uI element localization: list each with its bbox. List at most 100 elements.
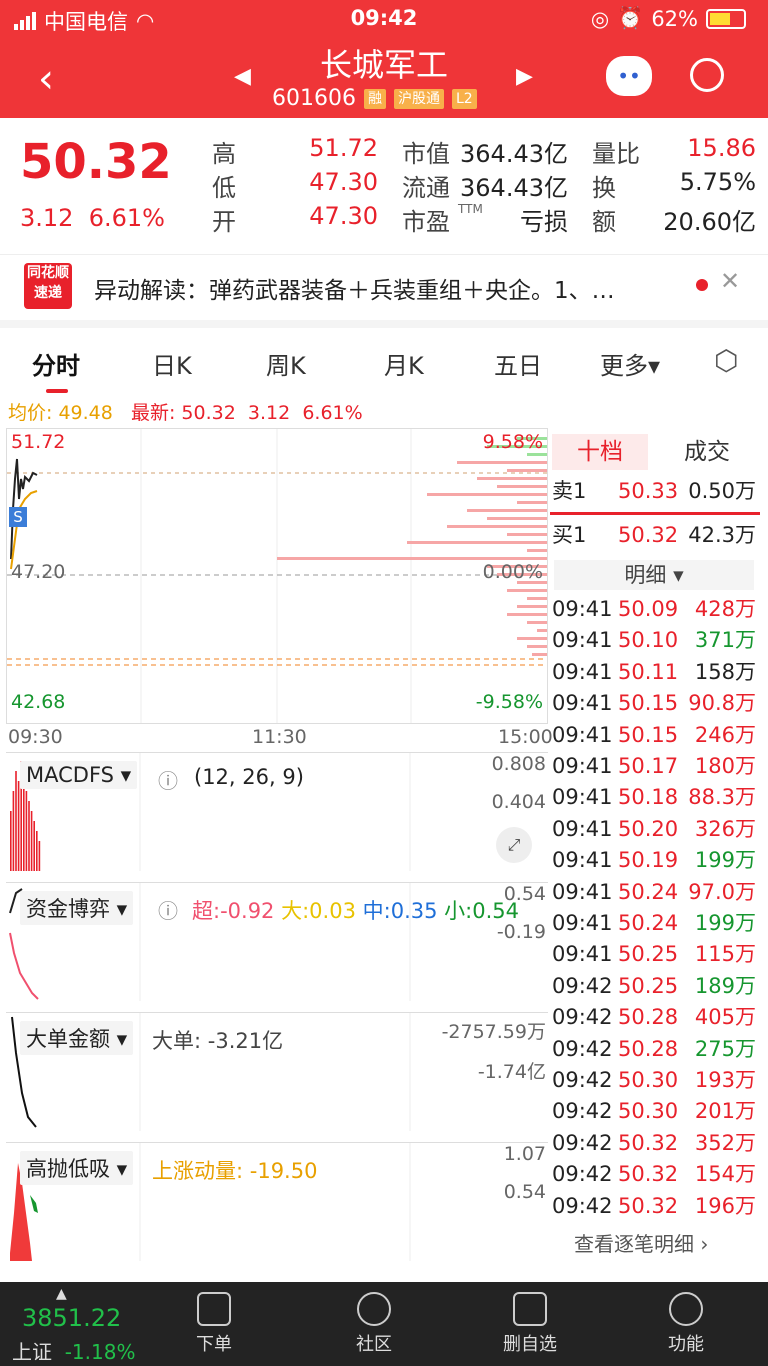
time-close: 15:00 [498,726,553,748]
detail-selector[interactable]: 明细 ▾ [554,560,754,590]
star-circle-icon [357,1292,391,1326]
quote-label: 市值 [402,140,450,168]
settings-hex-icon[interactable]: ⬡ [714,344,738,377]
trade-time: 09:41 [552,659,613,684]
trade-vol: 154万 [694,1162,756,1187]
quote-value: 5.75% [679,168,756,196]
tab-daily[interactable]: 日K [152,346,192,381]
trade-price: 50.28 [618,1005,679,1030]
macd-r2: 0.404 [491,791,546,813]
trade-price: 50.25 [618,942,679,967]
trade-price: 50.28 [618,1036,679,1061]
trade-row: 09:41 50.19 199万 [552,845,760,875]
battery-icon [706,8,746,29]
intraday-info: 均价: 49.48 最新: 50.32 3.12 6.61% [8,398,363,425]
depth-bars [277,437,547,656]
trade-row: 09:42 50.28 275万 [552,1034,760,1064]
big-order-selector[interactable]: 大单金额 ▾ [20,1021,134,1055]
trade-price: 50.24 [618,911,679,935]
news-text: 异动解读：弹药武器装备＋兵装重组＋央企。1、… [94,278,615,304]
expand-icon[interactable]: ⤢ [496,827,532,863]
tab-monthly[interactable]: 月K [384,346,424,381]
index-value[interactable]: 3851.22 [22,1304,121,1332]
view-all-trades-link[interactable]: 查看逐笔明细 › [574,1228,708,1257]
intraday-chart[interactable]: 51.72 9.58% 47.20 0.00% 42.68 -9.58% S [6,428,548,724]
trade-vol: 352万 [694,1130,756,1155]
sell1-price: 50.33 [618,479,679,503]
macd-bar [17,781,20,871]
trade-vol: 189万 [694,973,756,998]
trade-row: 09:42 50.28 405万 [552,1002,760,1032]
chart-low: 42.68 [11,691,66,713]
quote-label: 量比 [592,140,640,168]
quote-value: 364.43亿 [460,174,568,202]
remove-watchlist-button[interactable]: 删自选 [480,1292,580,1356]
order-button[interactable]: 下单 [164,1292,264,1356]
fund-r2: -0.19 [496,921,546,943]
function-button[interactable]: 功能 [636,1292,736,1356]
big-order-value: 大单: -3.21亿 [152,1029,284,1053]
quote-label: 额 [592,208,616,236]
chart-mid: 47.20 [11,561,66,583]
trade-time: 09:42 [552,1036,613,1061]
depth-bar [507,613,547,616]
super-flow: 超:-0.92 [192,899,275,923]
s-marker[interactable]: S [9,507,27,527]
trade-price: 50.32 [618,1162,679,1187]
macd-selector[interactable]: MACDFS ▾ [20,761,138,789]
next-stock-icon[interactable]: ▶ [516,64,533,89]
macd-bar [10,811,12,871]
buy1-vol: 42.3万 [688,523,756,547]
macd-bar [15,771,17,871]
news-ticker[interactable]: 同花顺 速递 异动解读：弹药武器装备＋兵装重组＋央企。1、… ✕ [0,254,768,316]
community-button[interactable]: 社区 [324,1292,424,1356]
trade-price: 50.17 [618,754,679,778]
depth-bar [507,469,547,472]
up-arrow-icon[interactable]: ▲ [56,1286,67,1302]
tab-ten-level[interactable]: 十档 [552,434,648,470]
stock-code: 601606 [272,86,356,111]
close-icon[interactable]: ✕ [720,267,740,295]
search-icon[interactable] [690,58,724,92]
depth-bar [527,621,547,624]
trade-price: 50.32 [618,1130,679,1155]
trade-vol: 158万 [694,659,756,684]
fund-game-selector[interactable]: 资金博弈 ▾ [20,891,134,925]
lock-icon: ◎ [590,6,610,31]
divider [550,512,760,515]
depth-bar [427,493,547,496]
help-icon[interactable]: ⓘ [158,765,178,794]
buy1-price: 50.32 [618,523,679,547]
trade-price: 50.15 [618,722,679,747]
macd-bar [33,821,35,871]
quote-value: 47.30 [309,202,378,230]
depth-bar [517,605,547,608]
document-icon [197,1292,231,1326]
header: 中国电信 ◠ 09:42 ◎ ⏰ 62% ‹ ◀ 长城军工 601606 融 沪… [0,0,768,118]
chart-svg [7,429,547,723]
tab-weekly[interactable]: 周K [266,346,306,381]
depth-bar [527,597,547,600]
trade-row: 09:41 50.17 180万 [552,751,760,781]
quote-label: 流通 [402,174,450,202]
trade-price: 50.20 [618,816,679,841]
quote-label: 高 [212,140,236,168]
sell1-vol: 0.50万 [688,479,756,503]
time-mid: 11:30 [252,726,307,748]
trade-time: 09:42 [552,973,613,998]
trade-price: 50.11 [618,659,679,684]
tab-trades[interactable]: 成交 [684,434,730,470]
tab-intraday[interactable]: 分时 [32,346,80,393]
high-low-selector[interactable]: 高抛低吸 ▾ [20,1151,134,1185]
depth-bar [507,589,547,592]
trade-row: 09:41 50.20 326万 [552,814,760,844]
trade-price: 50.18 [618,785,679,810]
help-icon-2[interactable]: ⓘ [158,895,178,924]
trade-vol: 88.3万 [688,785,756,810]
stock-name: 长城军工 [319,46,448,84]
latest-price: 最新: 50.32 [130,402,236,424]
tab-five-day[interactable]: 五日 [494,346,542,381]
tab-more[interactable]: 更多▾ [600,346,660,381]
robot-assistant-icon[interactable]: •• [606,56,652,96]
trade-time: 09:41 [552,942,613,967]
